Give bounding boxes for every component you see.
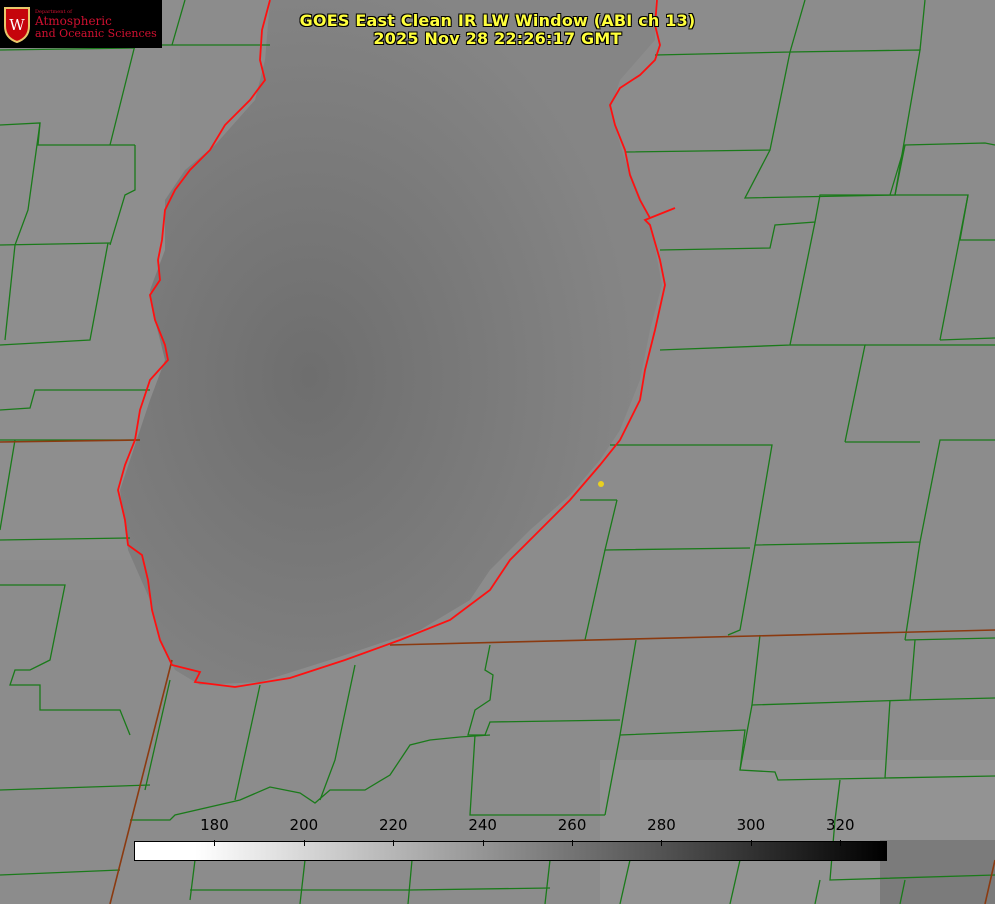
- colorbar-tick-label: 180: [200, 816, 229, 834]
- colorbar-tick-label: 260: [557, 816, 587, 834]
- colorbar-tick-mark: [393, 840, 395, 846]
- colorbar-tick-mark: [750, 840, 752, 846]
- colorbar-tick-mark: [482, 840, 484, 846]
- ir-satellite-image: [0, 0, 995, 904]
- colorbar-tick-label: 320: [825, 816, 855, 834]
- colorbar-tick-mark: [661, 840, 663, 846]
- colorbar-tick-mark: [303, 840, 305, 846]
- colorbar-tick-mark: [840, 840, 842, 846]
- colorbar-tick-label: 240: [468, 816, 497, 834]
- station-marker: [598, 481, 604, 487]
- colorbar-tick-label: 300: [736, 816, 766, 834]
- colorbar-tick-label: 200: [289, 816, 319, 834]
- colorbar-tick-label: 220: [378, 816, 408, 834]
- colorbar-tick-mark: [572, 840, 574, 846]
- colorbar-tick-mark: [214, 840, 216, 846]
- colorbar: 180 200 220 240 260 280 300 320: [134, 812, 887, 862]
- colorbar-tick-label: 280: [647, 816, 676, 834]
- satellite-map-view: W Department of Atmospheric and Oceanic …: [0, 0, 995, 904]
- image-title: GOES East Clean IR LW Window (ABI ch 13): [299, 11, 696, 30]
- image-timestamp: 2025 Nov 28 22:26:17 GMT: [373, 29, 622, 48]
- colorbar-gradient: [134, 841, 887, 861]
